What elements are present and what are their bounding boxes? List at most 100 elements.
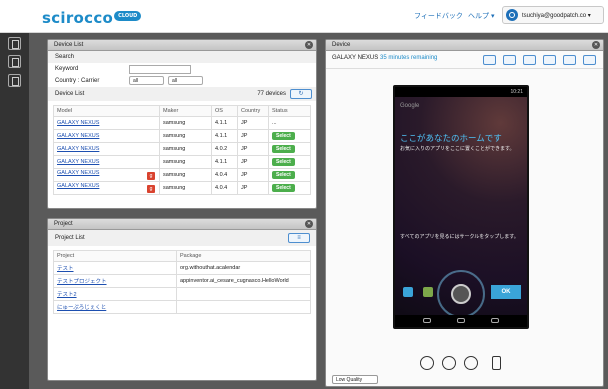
all-apps-icon[interactable] xyxy=(451,284,471,304)
device-screen-frame: 10:21 Google ここがあなたのホームです お気に入りのアプリをここに置… xyxy=(393,85,529,329)
divider xyxy=(326,68,603,69)
os-cell: 4.0.4 xyxy=(211,181,238,195)
close-icon[interactable]: ✕ xyxy=(305,41,313,49)
table-row: GALAXY NEXUS samsung 4.1.1 JP Select xyxy=(53,129,311,143)
back-nav-icon[interactable] xyxy=(423,318,431,323)
country-cell: JP xyxy=(237,168,269,182)
panel-title: Device xyxy=(332,42,351,48)
search-list-icon[interactable] xyxy=(523,55,536,65)
col-status[interactable]: Status xyxy=(268,105,311,117)
hw-back-icon[interactable] xyxy=(420,356,434,370)
select-button[interactable]: Select xyxy=(272,145,295,153)
search-doc-icon[interactable] xyxy=(8,74,21,87)
rotate-device-icon[interactable] xyxy=(492,356,501,370)
country-row: Country : Carrier all all xyxy=(48,75,316,87)
col-os[interactable]: OS xyxy=(211,105,238,117)
feedback-link[interactable]: フィードバック xyxy=(414,11,463,21)
edit-list-icon[interactable]: ≡ xyxy=(288,233,310,243)
device-list-header: Device List ✕ xyxy=(48,40,316,51)
project-header: Project ✕ xyxy=(48,219,316,230)
panel-title: Device List xyxy=(54,42,84,48)
maker-cell: samsung xyxy=(159,129,212,143)
country-cell: JP xyxy=(237,155,269,169)
status-bar: 10:21 xyxy=(395,87,527,97)
select-button[interactable]: Select xyxy=(272,184,295,192)
package-cell xyxy=(176,300,311,314)
country-label: Country : Carrier xyxy=(55,78,100,84)
sidebar xyxy=(0,33,29,389)
package-cell xyxy=(176,287,311,301)
device-link[interactable]: GALAXY NEXUS xyxy=(57,146,99,152)
project-table: Project Package テスト org.withouthat.acalen… xyxy=(53,250,311,314)
os-cell: 4.1.1 xyxy=(211,116,238,130)
top-bar: scirocco CLOUD フィードバック ヘルプ ▾ tsuchiya@goo… xyxy=(0,0,608,33)
table-row: テスト2 xyxy=(53,287,311,301)
device-link[interactable]: GALAXY NEXUS xyxy=(57,120,99,126)
col-maker[interactable]: Maker xyxy=(159,105,212,117)
table-row: にゅーぷろじぇくと xyxy=(53,300,311,314)
search-label: Search xyxy=(48,51,316,63)
recents-nav-icon[interactable] xyxy=(491,318,499,323)
col-country[interactable]: Country xyxy=(237,105,269,117)
user-menu-button[interactable]: tsuchiya@goodpatch.co ▾ xyxy=(502,6,604,24)
expand-icon[interactable] xyxy=(483,55,496,65)
close-icon[interactable]: ✕ xyxy=(592,41,600,49)
table-row: テスト org.withouthat.acalendar xyxy=(53,261,311,275)
phone-app-icon[interactable] xyxy=(403,287,413,297)
device-list-bar: Device List 77 devices ↻ xyxy=(48,87,316,101)
keyboard-icon[interactable] xyxy=(503,55,516,65)
camera-icon[interactable] xyxy=(543,55,556,65)
col-project: Project xyxy=(53,250,177,262)
select-button[interactable]: Select xyxy=(272,132,295,140)
contacts-app-icon[interactable] xyxy=(423,287,433,297)
device-screen[interactable]: 10:21 Google ここがあなたのホームです お気に入りのアプリをここに置… xyxy=(395,87,527,327)
help-menu[interactable]: ヘルプ ▾ xyxy=(468,11,494,21)
country-cell: JP xyxy=(237,129,269,143)
maker-cell: samsung xyxy=(159,142,212,156)
os-cell: 4.0.4 xyxy=(211,168,238,182)
power-icon xyxy=(506,9,518,21)
country-cell: JP xyxy=(237,116,269,130)
device-link[interactable]: GALAXY NEXUS xyxy=(57,133,99,139)
select-button[interactable]: Select xyxy=(272,171,295,179)
clock: 10:21 xyxy=(510,89,523,95)
device-link[interactable]: GALAXY NEXUS xyxy=(57,159,99,165)
device-link[interactable]: GALAXY NEXUS xyxy=(57,183,99,189)
package-cell: appinventor.ai_cesare_cugnasco.HelloWorl… xyxy=(176,274,311,288)
col-model[interactable]: Model xyxy=(53,105,160,117)
select-button[interactable]: Select xyxy=(272,158,295,166)
user-email: tsuchiya@goodpatch.co ▾ xyxy=(522,12,591,19)
home-title: ここがあなたのホームです xyxy=(400,133,502,143)
status-cell: ... xyxy=(268,116,311,130)
project-link[interactable]: テストプロジェクト xyxy=(57,279,107,285)
settings-icon[interactable] xyxy=(563,55,576,65)
google-plus-icon: g xyxy=(147,172,155,180)
device-link[interactable]: GALAXY NEXUS xyxy=(57,170,99,176)
carrier-select[interactable]: all xyxy=(168,76,203,85)
maker-cell: samsung xyxy=(159,116,212,130)
home-nav-icon[interactable] xyxy=(457,318,465,323)
col-package: Package xyxy=(176,250,311,262)
home-subtitle: お気に入りのアプリをここに置くことができます。 xyxy=(400,146,515,152)
country-select[interactable]: all xyxy=(129,76,164,85)
link-icon[interactable] xyxy=(583,55,596,65)
project-table-wrap: Project Package テスト org.withouthat.acalen… xyxy=(48,246,316,314)
google-search-bar: Google xyxy=(400,103,420,109)
ok-button[interactable]: OK xyxy=(491,285,521,299)
google-plus-icon: g xyxy=(147,185,155,193)
device-icon[interactable] xyxy=(8,37,21,50)
checklist-icon[interactable] xyxy=(8,55,21,68)
hw-home-icon[interactable] xyxy=(442,356,456,370)
table-row: GALAXY NEXUS g samsung 4.0.4 JP Select xyxy=(53,168,311,182)
keyword-input[interactable] xyxy=(129,65,191,74)
quality-select[interactable]: Low Quality xyxy=(332,375,378,384)
logo[interactable]: scirocco CLOUD xyxy=(42,9,142,27)
project-link[interactable]: テスト2 xyxy=(57,292,77,298)
device-header: Device ✕ xyxy=(326,40,603,51)
refresh-icon[interactable]: ↻ xyxy=(290,89,312,99)
hw-menu-icon[interactable] xyxy=(464,356,478,370)
project-link[interactable]: にゅーぷろじぇくと xyxy=(57,305,106,311)
close-icon[interactable]: ✕ xyxy=(305,220,313,228)
project-link[interactable]: テスト xyxy=(57,266,74,272)
logo-text: scirocco xyxy=(42,9,114,27)
